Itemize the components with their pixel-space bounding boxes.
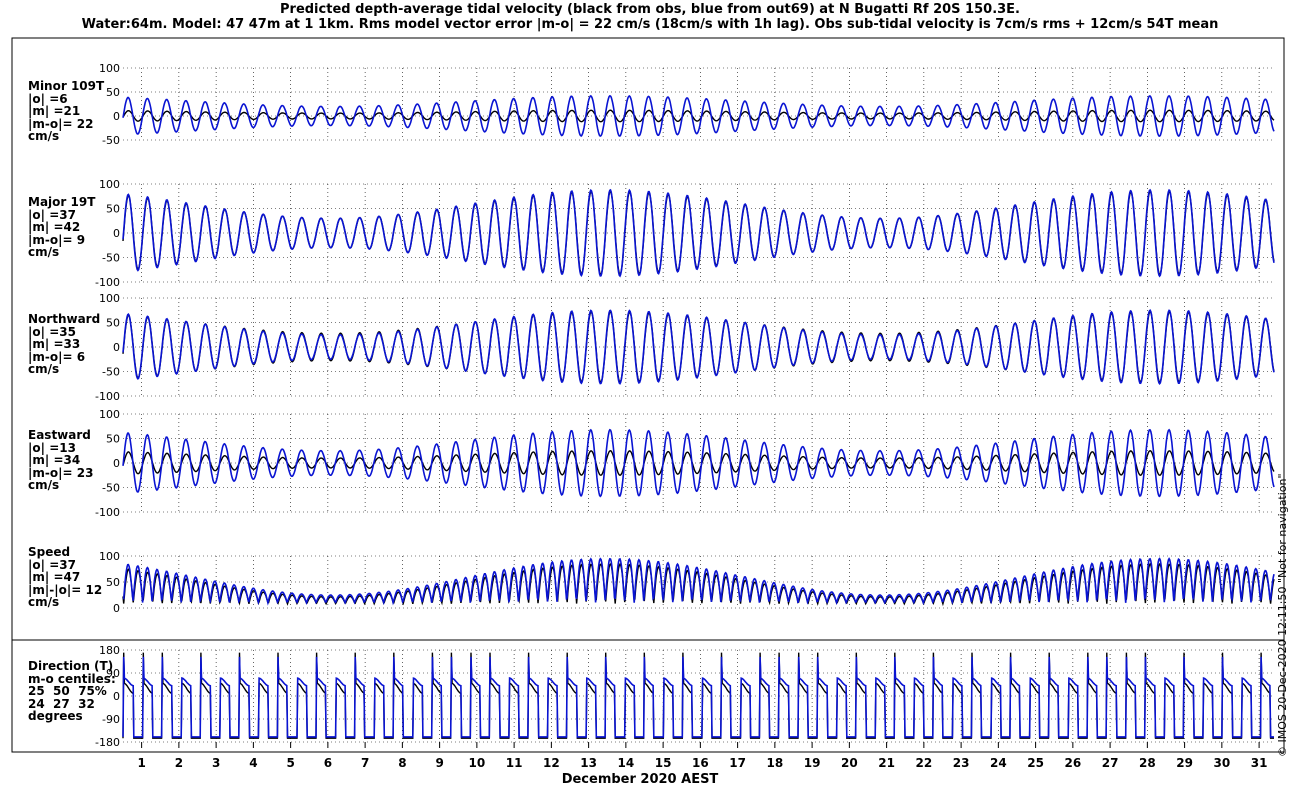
tidal-velocity-figure: -50050100-100-50050100-100-50050100-100-… [11, 37, 1285, 787]
panel-1-label: Minor 109T |o| =6 |m| =21 |m-o|= 22 cm/s [28, 80, 104, 143]
xtick-label: 17 [729, 756, 746, 770]
xtick-label: 28 [1139, 756, 1156, 770]
ytick-label: 50 [106, 203, 120, 216]
xtick-label: 19 [804, 756, 821, 770]
panel-label-line: cm/s [28, 129, 60, 143]
panel-5-label: Speed |o| =37 |m| =47 |m|-|o|= 12 cm/s [28, 546, 102, 609]
ytick-label: 0 [113, 227, 120, 240]
x-axis: 1 2 3 4 5 6 7 8 9 10 11 12 13 14 15 16 17 18 19 20 21 22 23 24 2… [137, 742, 1267, 787]
xtick-label: 2 [175, 756, 183, 770]
x-axis-label: December 2020 AEST [562, 772, 719, 787]
xtick-label: 27 [1102, 756, 1119, 770]
panel-5: 050100 [99, 550, 1275, 615]
xtick-label: 11 [506, 756, 523, 770]
ytick-label: 0 [113, 457, 120, 470]
ytick-label: 180 [99, 644, 120, 657]
ytick-label: 100 [99, 178, 120, 191]
ytick-label: -100 [95, 506, 120, 519]
xtick-label: 25 [1027, 756, 1044, 770]
panel-2-label: Major 19T |o| =37 |m| =42 |m-o|= 9 cm/s [28, 196, 95, 259]
panel-label-line: |m| =42 [28, 220, 81, 234]
panel-label-line: Eastward [28, 428, 91, 442]
xtick-label: 9 [435, 756, 443, 770]
panel-label-line: cm/s [28, 362, 60, 376]
xtick-label: 16 [692, 756, 709, 770]
panel-label-line: Minor 109T [28, 79, 105, 93]
xtick-label: 14 [618, 756, 635, 770]
panel-6-obs-series [122, 652, 1274, 739]
xtick-label: 10 [469, 756, 486, 770]
xtick-label: 29 [1176, 756, 1193, 770]
xtick-label: 8 [398, 756, 406, 770]
panel-label-line: cm/s [28, 478, 60, 492]
panel-label-line: degrees [28, 709, 83, 723]
ytick-label: -180 [95, 736, 120, 749]
xtick-label: 1 [137, 756, 145, 770]
panel-label-line: |m| =21 [28, 104, 81, 118]
panel-label-line: cm/s [28, 245, 60, 259]
ytick-label: -50 [102, 252, 120, 265]
ytick-label: 0 [113, 341, 120, 354]
ytick-label: -50 [102, 366, 120, 379]
xtick-label: 24 [990, 756, 1007, 770]
xtick-label: 21 [878, 756, 895, 770]
panel-4-grid [123, 413, 1274, 513]
ytick-label: 0 [113, 602, 120, 615]
panel-6-label: Direction (T) m-o centiles: 25 50 75% 24 27… [28, 660, 116, 723]
xtick-label: 7 [361, 756, 369, 770]
ytick-label: 50 [106, 317, 120, 330]
xtick-label: 12 [543, 756, 560, 770]
xtick-label: 6 [324, 756, 332, 770]
ytick-label: -50 [102, 482, 120, 495]
panel-6: -180-90090180 [95, 644, 1274, 749]
panel-label-line: |m| =33 [28, 337, 81, 351]
panel-label-line: Major 19T [28, 195, 96, 209]
ytick-label: -100 [95, 390, 120, 403]
panel-label-line: |m| =34 [28, 453, 81, 467]
panel-label-line: Speed [28, 545, 71, 559]
ytick-label: 50 [106, 433, 120, 446]
xtick-label: 15 [655, 756, 672, 770]
panel-2: -100 -50 0 50 100 [95, 178, 1275, 289]
panel-6-model-series [122, 656, 1274, 738]
xtick-label: 5 [286, 756, 294, 770]
panel-label-line: Northward [28, 312, 101, 326]
ytick-label: -100 [95, 276, 120, 289]
panel-4-label: Eastward |o| =13 |m| =34 |m-o|= 23 cm/s [28, 429, 93, 492]
panel-label-line: cm/s [28, 595, 60, 609]
xtick-label: 20 [841, 756, 858, 770]
panel-4: -100 -50 0 50 100 [95, 408, 1275, 519]
ytick-label: 50 [106, 576, 120, 589]
xtick-label: 30 [1213, 756, 1230, 770]
xtick-label: 26 [1065, 756, 1082, 770]
xtick-label: 31 [1251, 756, 1268, 770]
ytick-label: -50 [102, 134, 120, 147]
panel-6-grid [123, 649, 1274, 743]
panel-label-line: Direction (T) [28, 659, 114, 673]
ytick-label: 0 [113, 110, 120, 123]
copyright-credit: © IMOS 20-Dec-2020 12:11:50 "Not for nav… [1276, 473, 1289, 757]
xtick-label: 18 [767, 756, 784, 770]
panel-1: -50 0 50 100 [99, 62, 1275, 147]
panel-label-line: |m| =47 [28, 570, 81, 584]
ytick-label: 50 [106, 86, 120, 99]
panel-3: -100 -50 0 50 100 [95, 292, 1275, 403]
ytick-label: 100 [99, 292, 120, 305]
xtick-label: 23 [953, 756, 970, 770]
xtick-label: 22 [916, 756, 933, 770]
ytick-label: 100 [99, 62, 120, 75]
panel-5-model-series [122, 557, 1275, 606]
ytick-label: 100 [99, 408, 120, 421]
xtick-label: 3 [212, 756, 220, 770]
xtick-label: 13 [580, 756, 597, 770]
figure-frame-upper [11, 37, 1285, 641]
panel-3-label: Northward |o| =35 |m| =33 |m-o|= 6 cm/s [28, 313, 100, 376]
xtick-label: 4 [249, 756, 257, 770]
panel-label-line: 25 50 75% [28, 684, 107, 698]
